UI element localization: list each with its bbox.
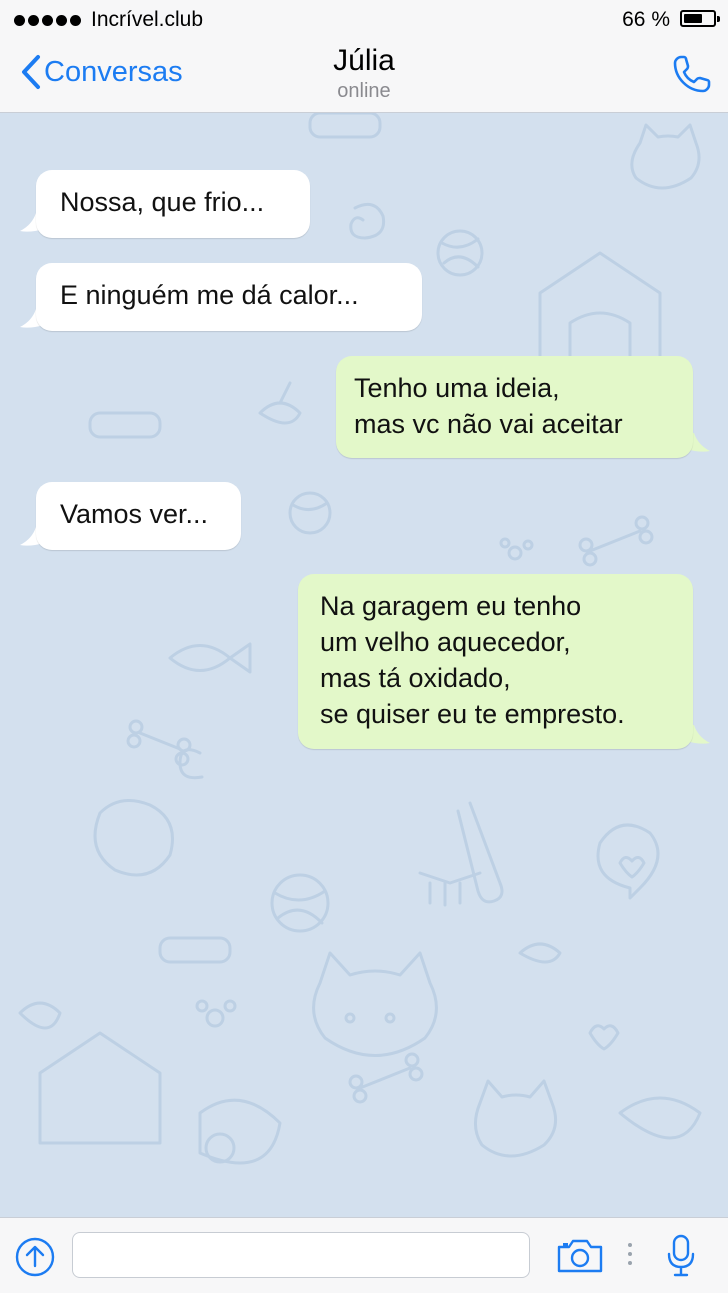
microphone-icon: [667, 1234, 695, 1277]
attach-icon: [15, 1237, 55, 1277]
microphone-button[interactable]: [666, 1234, 696, 1283]
separator-dots-icon: [628, 1243, 632, 1265]
conversation-title: Júlia online: [0, 44, 728, 103]
camera-button[interactable]: [556, 1238, 604, 1279]
navigation-bar: Conversas Júlia online: [0, 40, 728, 113]
chat-area[interactable]: Nossa, que frio... E ninguém me dá calor…: [0, 113, 728, 1217]
message-text: se quiser eu te empresto.: [320, 699, 625, 729]
message-input-bar: [0, 1217, 728, 1293]
message-text: mas vc não vai aceitar: [354, 409, 623, 439]
message-text: Na garagem eu tenho: [320, 591, 582, 621]
message-text: mas tá oxidado,: [320, 663, 511, 693]
phone-screen: Incrível.club 66 % Conversas Júlia onlin…: [0, 0, 728, 1293]
battery-percentage: 66 %: [622, 8, 670, 31]
carrier-name: Incrível.club: [91, 8, 204, 31]
message-bubble-incoming[interactable]: Nossa, que frio...: [36, 170, 310, 238]
message-text: um velho aquecedor,: [320, 627, 571, 657]
message-bubble-outgoing[interactable]: Na garagem eu tenho um velho aquecedor, …: [298, 574, 693, 749]
signal-strength-icon: [14, 14, 81, 26]
call-button[interactable]: [670, 52, 714, 101]
message-text: Nossa, que frio...: [60, 187, 265, 217]
message-input[interactable]: [72, 1232, 530, 1278]
attach-button[interactable]: [14, 1236, 56, 1283]
status-bar: Incrível.club 66 %: [0, 0, 728, 40]
battery-icon: [680, 10, 720, 27]
message-text: Vamos ver...: [60, 499, 209, 529]
message-bubble-outgoing[interactable]: Tenho uma ideia, mas vc não vai aceitar: [336, 356, 693, 458]
message-bubble-incoming[interactable]: Vamos ver...: [36, 482, 241, 550]
contact-name: Júlia: [333, 44, 395, 77]
message-text: Tenho uma ideia,: [354, 373, 560, 403]
camera-icon: [557, 1239, 603, 1273]
message-bubble-incoming[interactable]: E ninguém me dá calor...: [36, 263, 422, 331]
message-text: E ninguém me dá calor...: [60, 280, 359, 310]
contact-status: online: [337, 80, 391, 102]
phone-icon: [673, 55, 711, 93]
